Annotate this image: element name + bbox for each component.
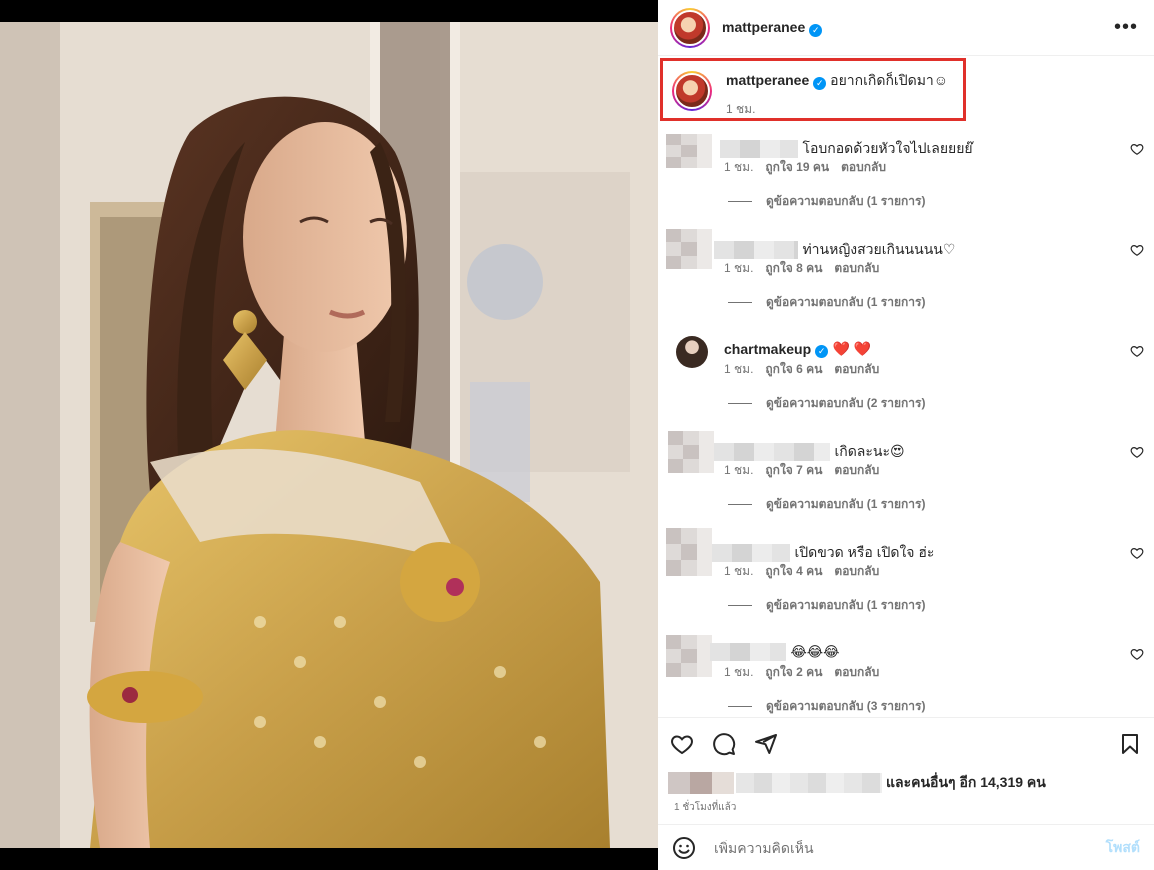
comment-item: โอบกอดด้วยหัวใจไปเลยยยย๊ 1 ชม. ถูกใจ 19 … (658, 134, 1154, 235)
commenter-avatar[interactable] (668, 431, 714, 473)
view-replies-button[interactable]: ดูข้อความตอบกลับ (1 รายการ) (728, 192, 925, 211)
view-replies-label[interactable]: ดูข้อความตอบกลับ (2 รายการ) (766, 394, 925, 413)
caption-text: อยากเกิดก็เปิดมา☺ (830, 72, 949, 88)
commenter-username-blurred[interactable] (720, 140, 798, 158)
comment-item: เปิดขวด หรือ เปิดใจ ฮ่ะ 1 ชม. ถูกใจ 4 คน… (658, 528, 1154, 639)
comment-likes[interactable]: ถูกใจ 6 คน (765, 360, 822, 379)
reply-button[interactable]: ตอบกลับ (834, 461, 879, 480)
comment-likes[interactable]: ถูกใจ 8 คน (765, 259, 822, 278)
comment-time: 1 ชม. (724, 564, 754, 578)
reply-button[interactable]: ตอบกลับ (834, 360, 879, 379)
verified-badge-icon: ✓ (813, 76, 827, 90)
share-icon[interactable] (754, 732, 778, 756)
comment-like-heart-icon[interactable] (1130, 243, 1144, 257)
comment-like-heart-icon[interactable] (1130, 344, 1144, 358)
liker-avatars[interactable] (668, 772, 734, 794)
commenter-avatar[interactable] (676, 336, 708, 368)
post-image-panel (0, 0, 658, 870)
commenter-username-blurred[interactable] (714, 241, 798, 259)
comment-time: 1 ชม. (724, 261, 754, 275)
comment-time: 1 ชม. (724, 463, 754, 477)
more-options-icon[interactable]: ••• (1110, 16, 1142, 39)
author-username-text[interactable]: mattperanee (722, 19, 805, 35)
comment-meta: 1 ชม. ถูกใจ 7 คน ตอบกลับ (724, 461, 879, 480)
author-username[interactable]: mattperanee ✓ (722, 19, 823, 37)
photo-illustration (0, 22, 658, 848)
commenter-username-blurred[interactable] (712, 544, 790, 562)
comment-meta: 1 ชม. ถูกใจ 4 คน ตอบกลับ (724, 562, 879, 581)
verified-badge-icon: ✓ (815, 345, 829, 358)
reply-button[interactable]: ตอบกลับ (834, 663, 879, 682)
comment-likes[interactable]: ถูกใจ 7 คน (765, 461, 822, 480)
author-avatar[interactable] (670, 7, 710, 48)
comment-item: ท่านหญิงสวยเกินนนนน♡ 1 ชม. ถูกใจ 8 คน ตอ… (658, 229, 1154, 336)
post-actions: และคนอื่นๆ อีก 14,319 คน 1 ชั่วโมงที่แล้… (658, 717, 1154, 824)
view-replies-button[interactable]: ดูข้อความตอบกลับ (1 รายการ) (728, 596, 925, 615)
heart-icon[interactable] (670, 732, 694, 756)
commenter-username-blurred[interactable] (714, 443, 830, 461)
commenter-avatar[interactable] (666, 134, 712, 168)
view-replies-label[interactable]: ดูข้อความตอบกลับ (3 รายการ) (766, 697, 925, 716)
commenter-username-blurred[interactable] (710, 643, 786, 661)
commenter-avatar[interactable] (666, 229, 712, 269)
view-replies-label[interactable]: ดูข้อความตอบกลับ (1 รายการ) (766, 293, 925, 312)
comment-item: 😂😂😂 1 ชม. ถูกใจ 2 คน ตอบกลับ ดูข้อความตอ… (658, 635, 1154, 717)
caption-username[interactable]: mattperanee (726, 72, 809, 88)
comment-text: เปิดขวด หรือ เปิดใจ ฮ่ะ (794, 544, 935, 560)
post-details-panel: mattperanee ✓ ••• mattperanee ✓ อยากเกิดก็… (658, 0, 1154, 870)
view-replies-button[interactable]: ดูข้อความตอบกลับ (1 รายการ) (728, 495, 925, 514)
comment-input[interactable] (714, 839, 1106, 856)
comment-meta: 1 ชม. ถูกใจ 8 คน ตอบกลับ (724, 259, 879, 278)
comment-text: ❤️ ❤️ (832, 340, 872, 357)
comment-meta: 1 ชม. ถูกใจ 6 คน ตอบกลับ (724, 360, 879, 379)
comment-text: โอบกอดด้วยหัวใจไปเลยยยย๊ (802, 140, 973, 156)
comment-meta: 1 ชม. ถูกใจ 19 คน ตอบกลับ (724, 158, 886, 177)
reply-button[interactable]: ตอบกลับ (834, 259, 879, 278)
comment-time: 1 ชม. (724, 362, 754, 376)
view-replies-label[interactable]: ดูข้อความตอบกลับ (1 รายการ) (766, 495, 925, 514)
comment-likes[interactable]: ถูกใจ 19 คน (765, 158, 829, 177)
view-replies-button[interactable]: ดูข้อความตอบกลับ (2 รายการ) (728, 394, 925, 413)
comment-likes[interactable]: ถูกใจ 4 คน (765, 562, 822, 581)
reply-button[interactable]: ตอบกลับ (841, 158, 886, 177)
comment-time: 1 ชม. (724, 665, 754, 679)
comment-text: ท่านหญิงสวยเกินนนนน♡ (802, 241, 956, 257)
view-replies-label[interactable]: ดูข้อความตอบกลับ (1 รายการ) (766, 192, 925, 211)
likes-count-text[interactable]: และคนอื่นๆ อีก 14,319 คน (886, 772, 1046, 794)
comment-likes[interactable]: ถูกใจ 2 คน (765, 663, 822, 682)
post-photo[interactable] (0, 22, 658, 848)
comment-text: เกิดละนะ😍 (834, 443, 905, 459)
view-replies-button[interactable]: ดูข้อความตอบกลับ (3 รายการ) (728, 697, 925, 716)
liker-names-blurred[interactable] (736, 773, 882, 793)
verified-badge-icon: ✓ (809, 23, 823, 37)
comment-like-heart-icon[interactable] (1130, 445, 1144, 459)
view-replies-button[interactable]: ดูข้อความตอบกลับ (1 รายการ) (728, 293, 925, 312)
likes-summary[interactable]: และคนอื่นๆ อีก 14,319 คน (658, 770, 1154, 796)
comment-icon[interactable] (712, 732, 736, 756)
comment-like-heart-icon[interactable] (1130, 142, 1144, 156)
post-timestamp: 1 ชั่วโมงที่แล้ว (674, 802, 737, 813)
caption-time: 1 ชม. (726, 101, 756, 116)
commenter-avatar[interactable] (666, 635, 712, 677)
add-comment-bar: โพสต์ (658, 824, 1154, 870)
comment-text: 😂😂😂 (790, 643, 840, 660)
comment-like-heart-icon[interactable] (1130, 647, 1144, 661)
caption-avatar[interactable] (672, 71, 712, 111)
comment-meta: 1 ชม. ถูกใจ 2 คน ตอบกลับ (724, 663, 879, 682)
comment-item: เกิดละนะ😍 1 ชม. ถูกใจ 7 คน ตอบกลับ ดูข้อ… (658, 431, 1154, 538)
post-caption: mattperanee ✓ อยากเกิดก็เปิดมา☺ 1 ชม. (660, 58, 966, 121)
comment-time: 1 ชม. (724, 160, 754, 174)
post-comment-button[interactable]: โพสต์ (1106, 837, 1140, 859)
commenter-avatar[interactable] (666, 528, 712, 576)
view-replies-label[interactable]: ดูข้อความตอบกลับ (1 รายการ) (766, 596, 925, 615)
emoji-icon[interactable] (672, 836, 696, 860)
reply-button[interactable]: ตอบกลับ (834, 562, 879, 581)
comment-like-heart-icon[interactable] (1130, 546, 1144, 560)
comments-list[interactable]: mattperanee ✓ อยากเกิดก็เปิดมา☺ 1 ชม. โอบ… (658, 56, 1154, 717)
comment-item: chartmakeup ✓ ❤️ ❤️ 1 ชม. ถูกใจ 6 คน ตอบก… (658, 336, 1154, 437)
post-header: mattperanee ✓ ••• (658, 0, 1154, 56)
commenter-username[interactable]: chartmakeup (724, 341, 811, 357)
bookmark-icon[interactable] (1118, 732, 1142, 756)
